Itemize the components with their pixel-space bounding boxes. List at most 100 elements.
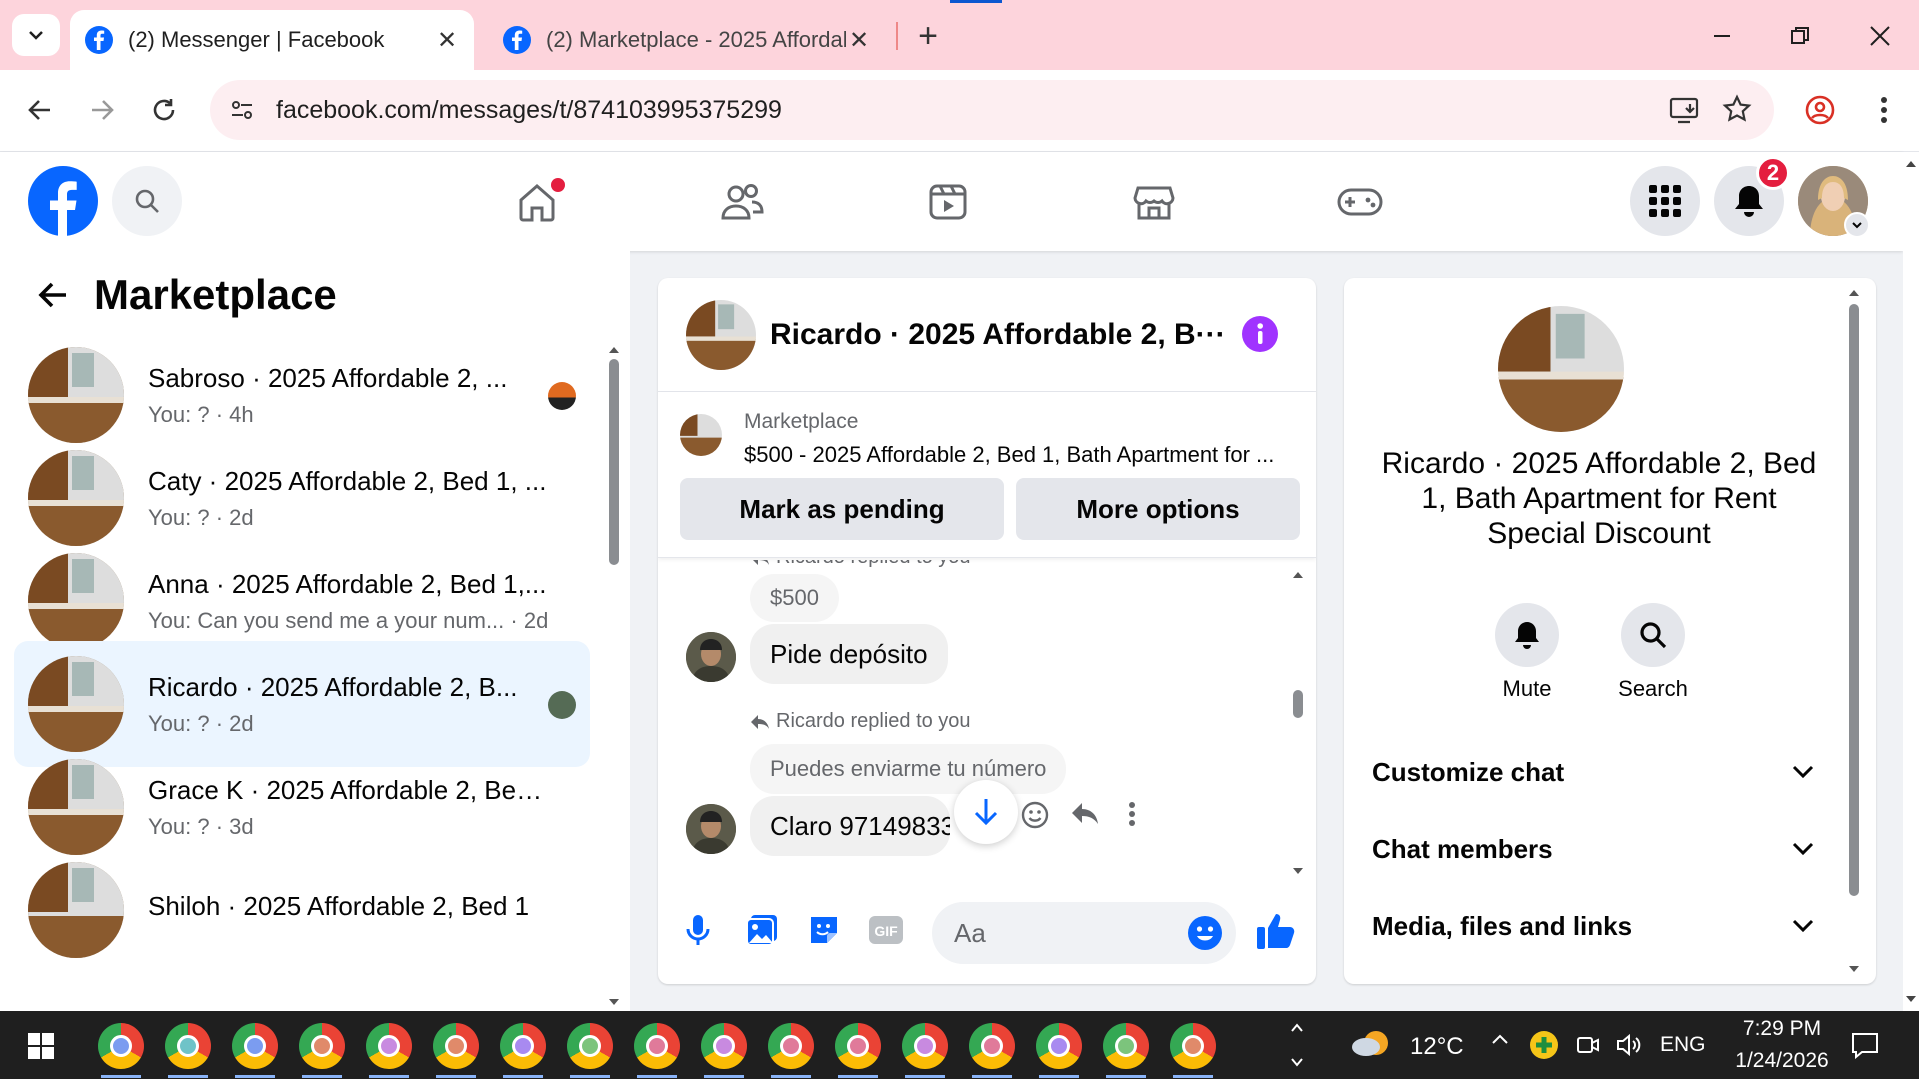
show-hidden-icons[interactable] <box>1490 1029 1510 1049</box>
attach-photo-button[interactable] <box>740 908 784 952</box>
chrome-taskbar-icon[interactable] <box>366 1023 412 1078</box>
nav-home[interactable] <box>507 176 567 228</box>
tray-app-icon[interactable] <box>1530 1031 1558 1059</box>
media-files-links-section[interactable]: Media, files and links <box>1372 896 1814 956</box>
taskbar-overflow-scroll[interactable] <box>1290 1017 1304 1073</box>
chrome-taskbar-icon[interactable] <box>500 1023 546 1078</box>
chat-header-name[interactable]: Ricardo · 2025 Affordable 2, B··· <box>770 318 1226 352</box>
chrome-taskbar-icon[interactable] <box>165 1023 211 1078</box>
marketplace-listing-banner: Marketplace $500 - 2025 Affordable 2, Be… <box>658 392 1316 558</box>
minimize-button[interactable] <box>1704 18 1740 54</box>
emoji-button[interactable] <box>1188 916 1222 950</box>
chrome-taskbar-icon[interactable] <box>634 1023 680 1078</box>
reply-indicator: Ricardo replied to you <box>750 710 971 733</box>
weather-temperature[interactable]: 12°C <box>1410 1033 1464 1061</box>
quoted-message[interactable]: $500 <box>750 574 839 622</box>
chevron-down-icon <box>1792 765 1814 779</box>
react-button[interactable] <box>1020 800 1050 830</box>
menu-button[interactable] <box>1630 166 1700 236</box>
search-facebook-button[interactable] <box>112 166 182 236</box>
scroll-to-bottom-button[interactable] <box>954 780 1018 844</box>
page-scrollbar[interactable] <box>1903 152 1919 1011</box>
chrome-taskbar-icon[interactable] <box>98 1023 144 1078</box>
voice-clip-button[interactable] <box>676 908 720 952</box>
chrome-taskbar-icon[interactable] <box>299 1023 345 1078</box>
conversation-item[interactable]: Shiloh · 2025 Affordable 2, Bed 1 <box>14 847 590 973</box>
chrome-taskbar-icon[interactable] <box>232 1023 278 1078</box>
nav-video[interactable] <box>918 176 978 228</box>
chrome-taskbar-icon[interactable] <box>969 1023 1015 1078</box>
language-indicator[interactable]: ENG <box>1660 1033 1706 1057</box>
reply-button[interactable] <box>1070 800 1100 828</box>
chrome-taskbar-icon[interactable] <box>835 1023 881 1078</box>
close-tab-icon[interactable]: ✕ <box>434 27 460 54</box>
new-tab-button[interactable]: + <box>910 17 946 55</box>
sender-avatar[interactable] <box>686 804 736 854</box>
message-bubble[interactable]: Pide depósito <box>750 624 948 684</box>
account-menu-chevron[interactable] <box>1844 212 1870 238</box>
quoted-message[interactable]: Puedes enviarme tu número <box>750 744 1067 794</box>
nav-gaming[interactable] <box>1330 176 1390 228</box>
reload-button[interactable] <box>142 88 186 132</box>
profile-button[interactable] <box>1798 88 1842 132</box>
tab-marketplace[interactable]: (2) Marketplace - 2025 Affordab ✕ <box>488 10 886 70</box>
chat-members-section[interactable]: Chat members <box>1372 819 1814 879</box>
gif-button[interactable]: GIF <box>864 908 908 952</box>
message-bubble[interactable]: Claro 97149833 <box>750 796 950 856</box>
conversation-info-button[interactable] <box>1242 316 1278 352</box>
bookmark-star-icon[interactable] <box>1722 94 1752 124</box>
chrome-taskbar-icon[interactable] <box>701 1023 747 1078</box>
list-scroll-thumb[interactable] <box>609 359 619 565</box>
search-in-conversation-button[interactable] <box>1621 603 1685 667</box>
nav-marketplace[interactable] <box>1124 176 1184 228</box>
conversation-name: Anna · 2025 Affordable 2, Bed 1,... <box>148 568 547 599</box>
clock-date[interactable]: 1/24/2026 <box>1720 1049 1844 1073</box>
message-more-button[interactable] <box>1128 800 1136 828</box>
close-tab-icon[interactable]: ✕ <box>846 27 872 54</box>
tab-messenger[interactable]: (2) Messenger | Facebook ✕ <box>70 10 474 70</box>
info-listing-photo[interactable] <box>1498 306 1624 432</box>
chrome-taskbar-icon[interactable] <box>1170 1023 1216 1078</box>
nav-friends[interactable] <box>712 176 772 228</box>
chrome-taskbar-icon[interactable] <box>768 1023 814 1078</box>
start-button[interactable] <box>28 1033 54 1059</box>
info-icon <box>1242 316 1278 352</box>
info-scroll-thumb[interactable] <box>1849 304 1859 896</box>
customize-chat-section[interactable]: Customize chat <box>1372 742 1814 802</box>
restore-button[interactable] <box>1782 18 1818 54</box>
thread-scrollbar[interactable] <box>1290 568 1306 878</box>
listing-title[interactable]: $500 - 2025 Affordable 2, Bed 1, Bath Ap… <box>744 442 1274 468</box>
sticker-button[interactable] <box>802 908 846 952</box>
tab-search-button[interactable] <box>12 14 60 56</box>
back-button[interactable] <box>18 88 62 132</box>
list-scrollbar[interactable] <box>606 343 622 1005</box>
address-bar[interactable]: facebook.com/messages/t/874103995375299 <box>210 80 1774 140</box>
send-like-button[interactable] <box>1256 912 1296 950</box>
info-scrollbar[interactable] <box>1846 286 1862 976</box>
more-options-button[interactable]: More options <box>1016 478 1300 540</box>
browser-menu-button[interactable] <box>1862 88 1906 132</box>
meet-now-icon[interactable] <box>1576 1033 1600 1057</box>
weather-icon[interactable] <box>1350 1025 1394 1065</box>
site-info-icon[interactable] <box>222 90 262 130</box>
chrome-taskbar-icon[interactable] <box>433 1023 479 1078</box>
arrow-left-icon[interactable] <box>36 278 70 312</box>
volume-icon[interactable] <box>1616 1033 1644 1057</box>
chrome-taskbar-icon[interactable] <box>1036 1023 1082 1078</box>
chrome-taskbar-icon[interactable] <box>1103 1023 1149 1078</box>
chrome-taskbar-icon[interactable] <box>567 1023 613 1078</box>
chrome-taskbar-icon[interactable] <box>902 1023 948 1078</box>
clock-time[interactable]: 7:29 PM <box>1732 1017 1832 1041</box>
thread-scroll-thumb[interactable] <box>1293 690 1303 718</box>
scroll-down-arrow-icon <box>1906 996 1916 1002</box>
chat-listing-thumbnail[interactable] <box>686 300 756 370</box>
install-app-icon[interactable] <box>1668 94 1700 126</box>
mark-as-pending-button[interactable]: Mark as pending <box>680 478 1004 540</box>
notification-center-icon[interactable] <box>1850 1031 1880 1061</box>
sender-avatar[interactable] <box>686 632 736 682</box>
forward-button[interactable] <box>80 88 124 132</box>
mute-button[interactable] <box>1495 603 1559 667</box>
facebook-logo-icon[interactable] <box>28 166 98 236</box>
running-indicator <box>369 1075 409 1078</box>
close-window-button[interactable] <box>1862 18 1898 54</box>
